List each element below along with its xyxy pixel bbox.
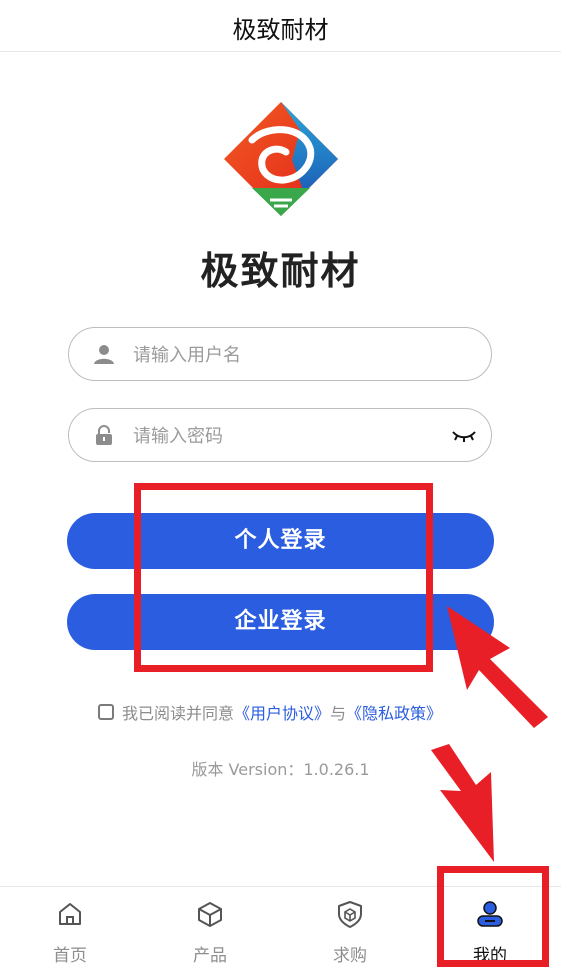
username-field[interactable] xyxy=(68,327,492,382)
privacy-policy-link[interactable]: 《隐私政策》 xyxy=(346,704,442,723)
tab-products-label: 产品 xyxy=(193,946,227,966)
eye-closed-icon[interactable] xyxy=(451,427,477,443)
password-input[interactable] xyxy=(131,409,455,463)
agreement-and: 与 xyxy=(330,704,347,723)
tab-purchase[interactable]: 求购 xyxy=(280,887,420,968)
tab-home-label: 首页 xyxy=(53,946,87,966)
user-icon xyxy=(94,345,114,364)
lock-icon xyxy=(96,425,112,445)
agreement-prefix: 我已阅读并同意 xyxy=(122,704,235,723)
highlight-box-login-buttons xyxy=(134,483,433,672)
app-logo-icon xyxy=(224,102,338,216)
top-nav-bar: 极致耐材 xyxy=(0,0,561,52)
tab-home[interactable]: 首页 xyxy=(0,887,140,968)
home-icon xyxy=(59,903,81,925)
tab-purchase-label: 求购 xyxy=(333,946,367,966)
highlight-box-mine-tab xyxy=(437,866,549,967)
tab-products[interactable]: 产品 xyxy=(140,887,280,968)
version-text: 版本 Version：1.0.26.1 xyxy=(191,760,370,779)
agreement-row: 我已阅读并同意《用户协议》与《隐私政策》 xyxy=(98,700,442,723)
app-name: 极致耐材 xyxy=(200,249,361,293)
agree-checkbox[interactable] xyxy=(98,704,114,720)
username-input[interactable] xyxy=(131,328,455,382)
user-agreement-link[interactable]: 《用户协议》 xyxy=(234,704,330,723)
box-icon xyxy=(198,902,222,927)
page-title: 极致耐材 xyxy=(232,16,329,44)
shield-box-icon xyxy=(338,901,362,928)
password-field[interactable] xyxy=(68,408,492,463)
